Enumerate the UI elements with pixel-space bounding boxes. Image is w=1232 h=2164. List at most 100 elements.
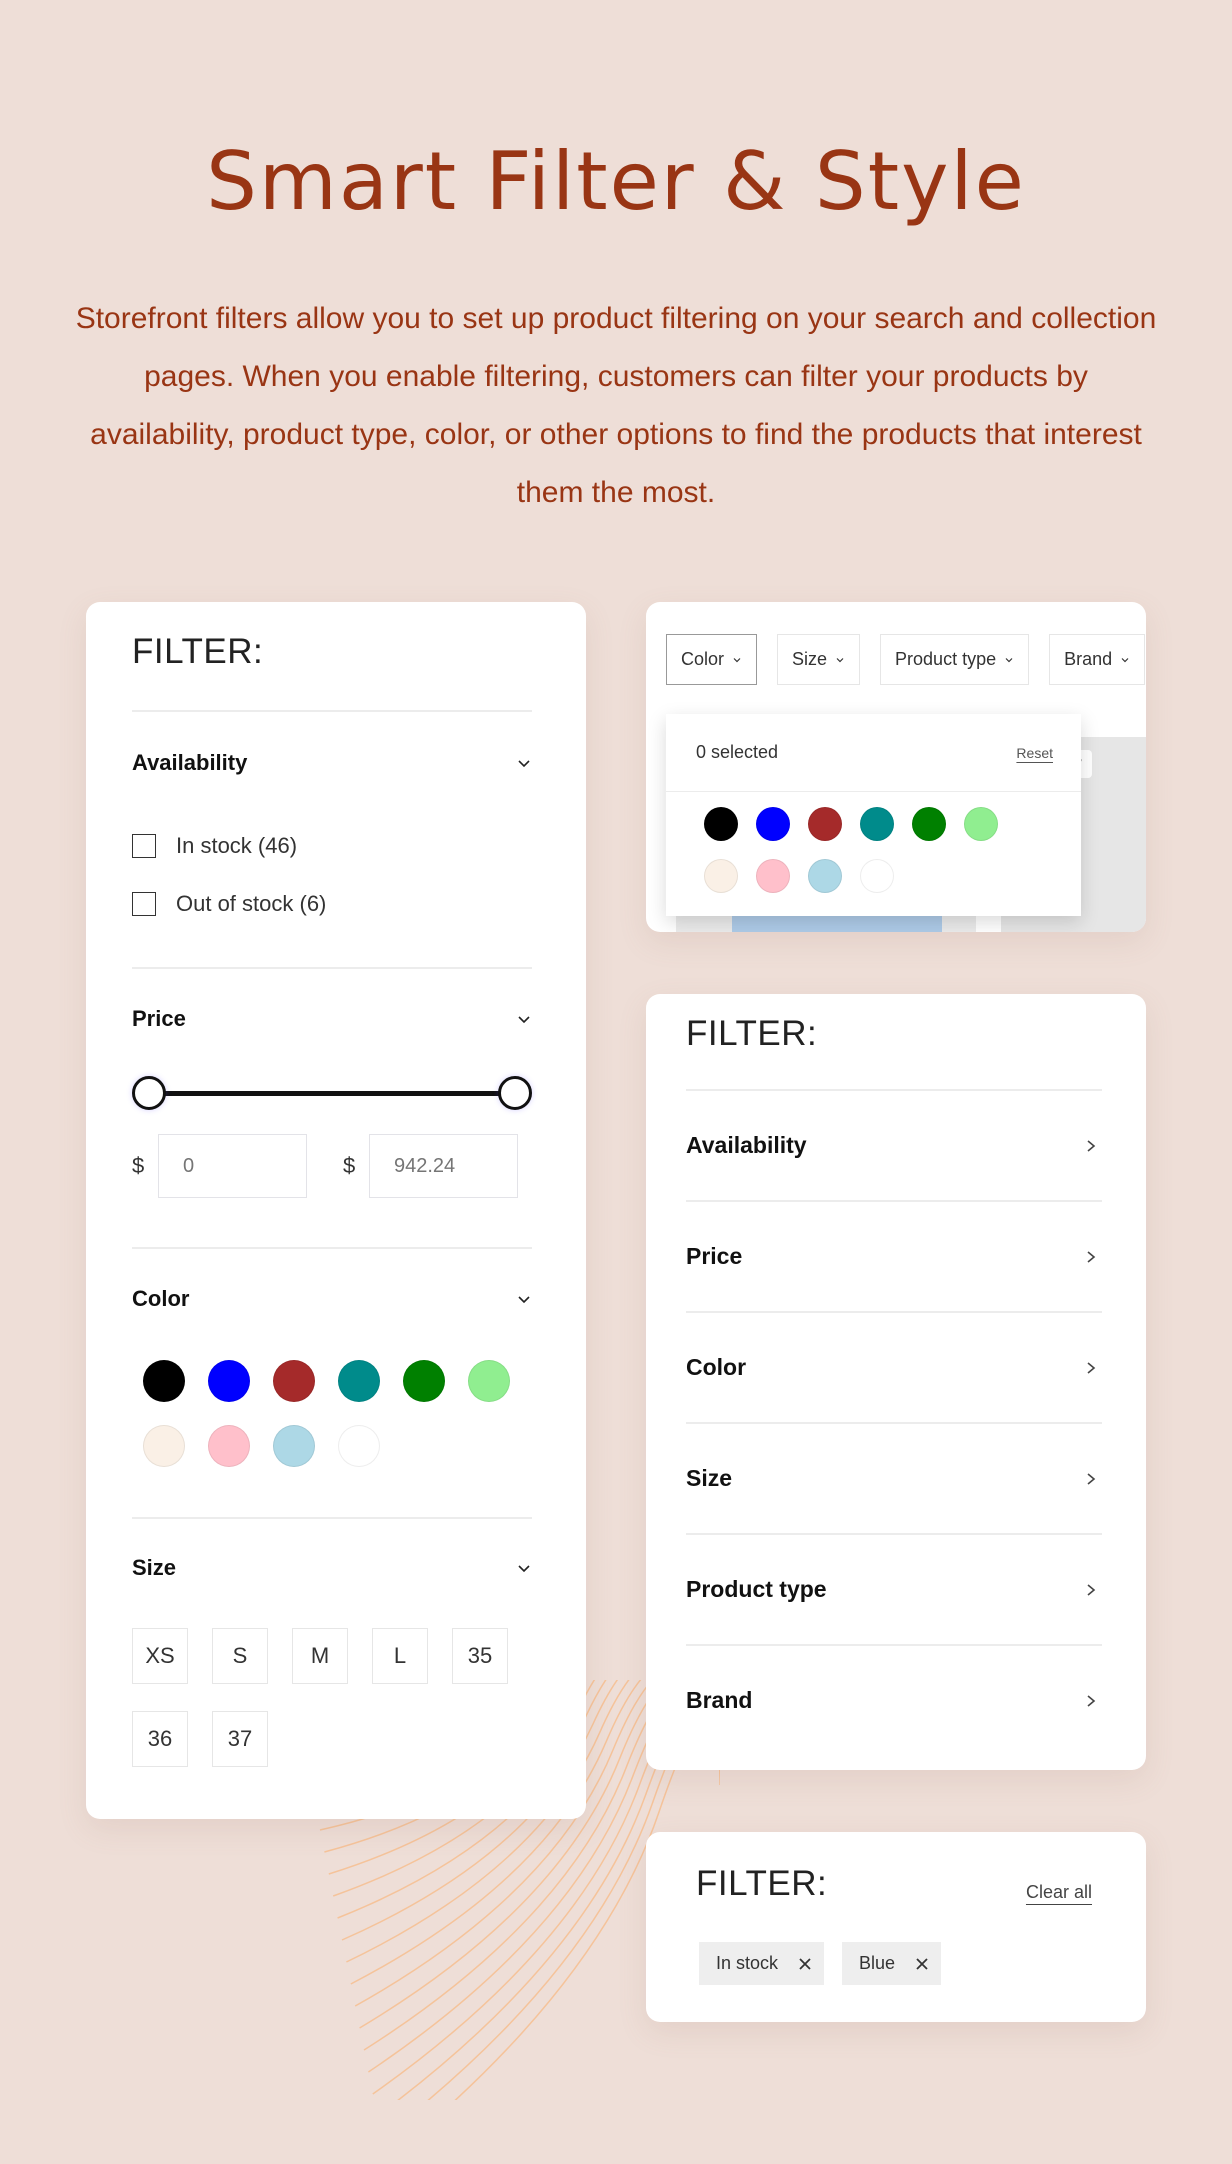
price-label: Price <box>132 1006 186 1031</box>
chevron-down-icon <box>1005 657 1013 662</box>
color-swatch[interactable] <box>860 807 894 841</box>
filter-pill-size[interactable]: Size <box>777 634 861 685</box>
price-min-input[interactable] <box>158 1134 307 1198</box>
chevron-down-icon <box>518 760 530 768</box>
filter-pill-brand[interactable]: Brand <box>1049 634 1146 685</box>
color-swatch[interactable] <box>143 1360 185 1402</box>
divider <box>132 1247 532 1249</box>
chevron-right-icon <box>1087 1694 1096 1707</box>
size-label: Size <box>132 1555 177 1580</box>
dropdown-header: 0 selected Reset <box>666 714 1081 792</box>
size-option[interactable]: M <box>292 1628 348 1684</box>
color-swatch[interactable] <box>208 1360 250 1402</box>
color-swatch[interactable] <box>860 859 894 893</box>
currency-symbol: $ <box>132 1153 145 1178</box>
price-range-slider[interactable] <box>132 1073 532 1113</box>
clear-all-link[interactable]: Clear all <box>1026 1882 1092 1903</box>
divider <box>132 967 532 969</box>
size-option[interactable]: S <box>212 1628 268 1684</box>
color-swatch[interactable] <box>808 859 842 893</box>
category-label: Product type <box>686 1576 827 1602</box>
category-label: Price <box>686 1243 743 1269</box>
color-swatch[interactable] <box>403 1360 445 1402</box>
color-swatch[interactable] <box>964 807 998 841</box>
size-option[interactable]: 37 <box>212 1711 268 1767</box>
reset-link[interactable]: Reset <box>1016 745 1053 761</box>
availability-option-out-of-stock[interactable]: Out of stock (6) <box>132 891 326 917</box>
price-section-header[interactable]: Price <box>132 1006 532 1032</box>
color-swatch[interactable] <box>338 1425 380 1467</box>
close-icon[interactable] <box>798 1957 812 1971</box>
filter-category-brand[interactable]: Brand <box>686 1644 1102 1755</box>
chevron-down-icon <box>518 1565 530 1573</box>
filter-category-availability[interactable]: Availability <box>686 1089 1102 1200</box>
color-label: Color <box>132 1286 190 1311</box>
color-swatch[interactable] <box>273 1425 315 1467</box>
chevron-down-icon <box>836 657 844 662</box>
active-filters-panel: FILTER: Clear all In stock Blue <box>646 1832 1146 2022</box>
slider-max-handle[interactable] <box>498 1076 532 1110</box>
color-swatch[interactable] <box>756 859 790 893</box>
size-option[interactable]: XS <box>132 1628 188 1684</box>
pill-label: Brand <box>1064 649 1113 669</box>
color-section-header[interactable]: Color <box>132 1286 532 1312</box>
size-options: XS S M L 35 36 37 <box>132 1628 532 1767</box>
divider <box>132 710 532 712</box>
color-swatch[interactable] <box>273 1360 315 1402</box>
color-swatch[interactable] <box>468 1360 510 1402</box>
filter-category-price[interactable]: Price <box>686 1200 1102 1311</box>
category-label: Color <box>686 1354 747 1380</box>
active-filter-chip[interactable]: In stock <box>699 1942 825 1985</box>
size-option[interactable]: 35 <box>452 1628 508 1684</box>
color-dropdown: 0 selected Reset <box>666 714 1081 916</box>
filter-pill-product-type[interactable]: Product type <box>880 634 1030 685</box>
active-filter-chip[interactable]: Blue <box>842 1942 942 1985</box>
dropdown-color-swatches <box>704 807 998 893</box>
checkbox[interactable] <box>132 834 156 858</box>
color-swatch[interactable] <box>208 1425 250 1467</box>
color-swatch[interactable] <box>756 807 790 841</box>
filter-pill-color[interactable]: Color <box>666 634 758 685</box>
filter-category-product-type[interactable]: Product type <box>686 1533 1102 1644</box>
color-swatch[interactable] <box>808 807 842 841</box>
option-label: Out of stock (6) <box>176 891 327 916</box>
color-swatch[interactable] <box>338 1360 380 1402</box>
color-swatch[interactable] <box>704 807 738 841</box>
slider-min-handle[interactable] <box>132 1076 166 1110</box>
color-swatch[interactable] <box>704 859 738 893</box>
page-description: Storefront filters allow you to set up p… <box>75 302 1157 509</box>
chevron-right-icon <box>1087 1583 1096 1596</box>
chevron-right-icon <box>1087 1250 1096 1263</box>
color-swatch[interactable] <box>912 807 946 841</box>
category-label: Brand <box>686 1687 753 1713</box>
pill-label: Size <box>792 649 828 669</box>
filter-title: FILTER: <box>686 1014 818 1053</box>
page-title: Smart Filter & Style <box>206 135 1026 228</box>
checkbox[interactable] <box>132 892 156 916</box>
size-option[interactable]: 36 <box>132 1711 188 1767</box>
close-icon[interactable] <box>915 1957 929 1971</box>
pill-label: Color <box>681 649 725 669</box>
active-filter-chips: In stock Blue <box>699 1942 942 1985</box>
chevron-down-icon <box>1121 657 1129 662</box>
chevron-right-icon <box>1087 1472 1096 1485</box>
price-max-input[interactable] <box>369 1134 518 1198</box>
availability-option-in-stock[interactable]: In stock (46) <box>132 833 297 859</box>
filter-title: FILTER: <box>696 1864 828 1903</box>
size-option[interactable]: L <box>372 1628 428 1684</box>
filter-sidebar-panel: FILTER: Availability In stock (46) Out o… <box>86 602 586 1819</box>
chip-label: Blue <box>859 1953 896 1973</box>
filter-category-color[interactable]: Color <box>686 1311 1102 1422</box>
chevron-right-icon <box>1087 1361 1096 1374</box>
filter-category-list: Availability Price Color Size Product type Br… <box>686 1089 1102 1755</box>
selected-count: 0 selected <box>696 742 779 762</box>
pill-label: Product type <box>895 649 997 669</box>
color-swatch[interactable] <box>143 1425 185 1467</box>
filter-category-size[interactable]: Size <box>686 1422 1102 1533</box>
divider <box>132 1517 532 1519</box>
availability-section-header[interactable]: Availability <box>132 750 532 776</box>
slider-track <box>150 1091 514 1096</box>
color-swatch-grid <box>143 1360 510 1467</box>
option-label: In stock (46) <box>176 833 298 858</box>
size-section-header[interactable]: Size <box>132 1555 532 1581</box>
